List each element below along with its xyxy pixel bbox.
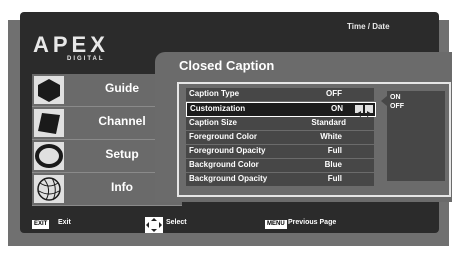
menu-row-background-opacity[interactable]: Background Opacity Full [186, 173, 374, 187]
row-label: Foreground Opacity [189, 146, 266, 155]
menu-key-icon[interactable]: MENU [265, 220, 287, 229]
dpad-icon[interactable] [145, 217, 163, 233]
footer-bar: EXIT Exit Select MENU Previous Page [20, 217, 439, 237]
apex-logo: APEX DIGITAL [33, 32, 143, 68]
previous-page-label: Previous Page [288, 219, 337, 226]
exit-label: Exit [58, 219, 71, 226]
menu-row-foreground-color[interactable]: Foreground Color White [186, 131, 374, 145]
globe-icon [34, 175, 64, 203]
row-value: ON [331, 104, 343, 113]
caption-menu: Caption Type OFF Customization ON Captio… [177, 82, 451, 197]
row-label: Background Opacity [189, 174, 268, 183]
row-value: White [320, 132, 342, 141]
row-label: Background Color [189, 160, 259, 169]
ellipse-icon [34, 142, 64, 170]
nav-label-info: Info [111, 180, 133, 194]
logo-text: APEX [33, 32, 109, 57]
nav-label-channel: Channel [98, 114, 146, 128]
time-date-label: Time / Date [347, 22, 390, 31]
menu-row-caption-type[interactable]: Caption Type OFF [186, 88, 374, 102]
nav-label-setup: Setup [105, 147, 139, 161]
pointer-icon [381, 96, 387, 106]
menu-row-foreground-opacity[interactable]: Foreground Opacity Full [186, 145, 374, 159]
parallelogram-icon [34, 109, 64, 137]
option-off[interactable]: OFF [390, 103, 404, 110]
row-label: Caption Type [189, 89, 240, 98]
left-arrow-icon[interactable] [355, 105, 363, 117]
hexagon-icon [34, 76, 64, 104]
row-value: Blue [324, 160, 342, 169]
row-value: Full [327, 174, 342, 183]
exit-key-icon[interactable]: EXIT [32, 220, 50, 229]
options-list: ON OFF [381, 91, 445, 181]
closed-caption-panel: Closed Caption Caption Type OFF Customiz… [155, 52, 452, 202]
row-value: Standard [311, 118, 346, 127]
logo-subtitle: DIGITAL [67, 56, 105, 62]
right-arrow-icon[interactable] [365, 105, 373, 117]
row-label: Foreground Color [189, 132, 257, 141]
menu-row-customization[interactable]: Customization ON [186, 102, 376, 117]
menu-row-background-color[interactable]: Background Color Blue [186, 159, 374, 173]
row-value: OFF [326, 89, 342, 98]
panel-title: Closed Caption [179, 58, 275, 73]
row-label: Caption Size [189, 118, 238, 127]
select-label: Select [166, 219, 187, 226]
menu-row-caption-size[interactable]: Caption Size Standard [186, 117, 374, 131]
row-value: Full [327, 146, 342, 155]
nav-label-guide: Guide [104, 81, 139, 95]
option-on[interactable]: ON [390, 94, 401, 101]
row-label: Customization [190, 104, 246, 113]
